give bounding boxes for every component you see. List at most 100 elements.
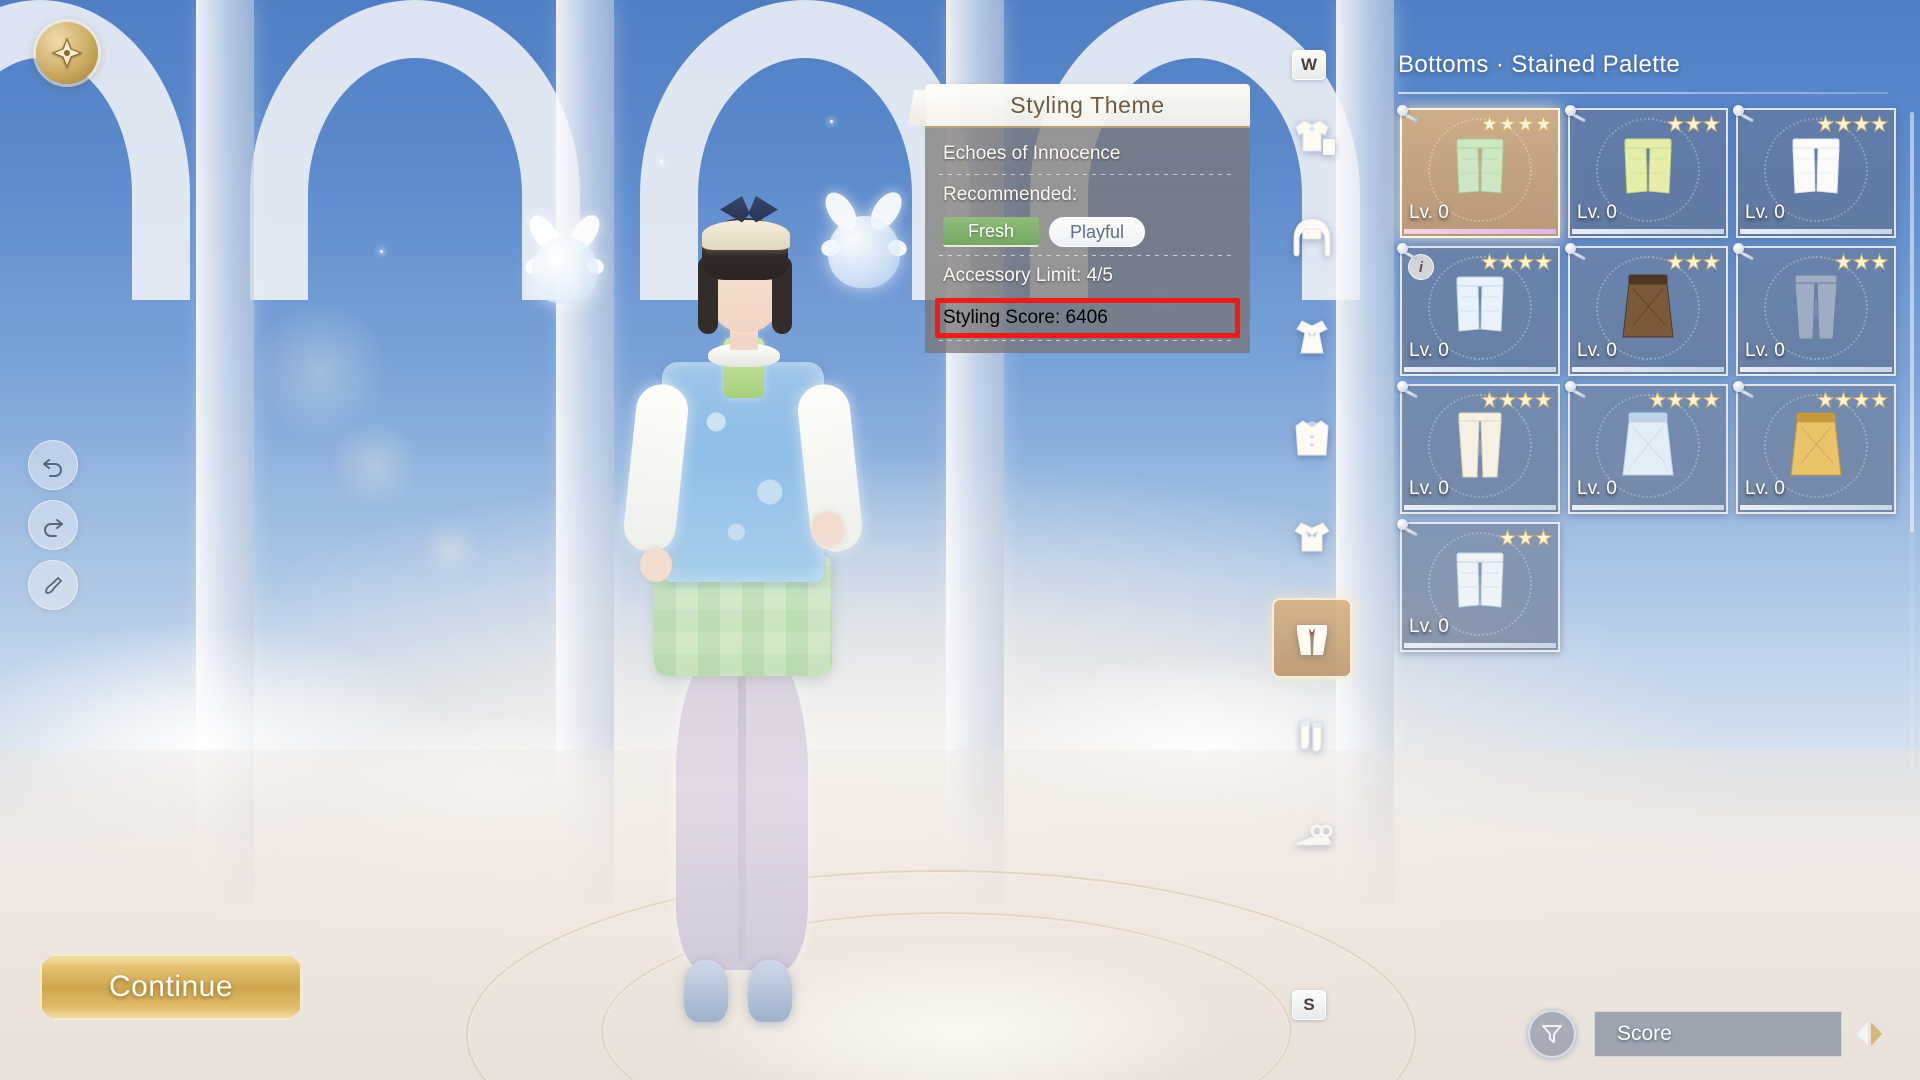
undo-icon bbox=[43, 459, 62, 477]
star-icon bbox=[1817, 391, 1834, 408]
item-card-inner: Lv. 0 bbox=[1738, 248, 1894, 374]
category-dress[interactable] bbox=[1272, 298, 1352, 378]
item-rarity-bar bbox=[1740, 505, 1892, 510]
accessory-limit: Accessory Limit: 4/5 bbox=[943, 265, 1113, 286]
item-star-rating bbox=[1835, 253, 1888, 270]
item-card-inner: Lv. 0 bbox=[1738, 386, 1894, 512]
item-rarity-bar bbox=[1740, 229, 1892, 234]
item-thumbnail bbox=[1790, 412, 1842, 476]
item-card[interactable]: Lv. 0 bbox=[1397, 105, 1560, 238]
item-card[interactable]: Lv. 0 bbox=[1565, 243, 1728, 376]
item-card-inner: Lv. 0 bbox=[1402, 386, 1558, 512]
item-thumbnail bbox=[1456, 138, 1504, 194]
sparkle-2 bbox=[830, 120, 833, 123]
star-icon bbox=[1685, 391, 1702, 408]
star-icon bbox=[1853, 391, 1870, 408]
scrollbar-thumb[interactable] bbox=[1910, 112, 1914, 532]
item-card[interactable]: Lv. 0 bbox=[1733, 105, 1896, 238]
item-level-label: Lv. 0 bbox=[1577, 340, 1617, 361]
star-icon bbox=[1817, 115, 1834, 132]
category-socks[interactable] bbox=[1272, 698, 1352, 778]
category-top[interactable] bbox=[1272, 498, 1352, 578]
star-icon bbox=[1871, 391, 1888, 408]
star-icon bbox=[1703, 253, 1720, 270]
item-pin-icon bbox=[1733, 105, 1754, 125]
bunny-sprite-left bbox=[523, 209, 607, 304]
item-thumbnail bbox=[1456, 552, 1504, 608]
item-thumbnail bbox=[1792, 138, 1840, 194]
star-icon bbox=[1499, 391, 1516, 408]
item-pin-icon bbox=[1397, 105, 1418, 125]
item-rarity-bar bbox=[1404, 367, 1556, 372]
item-card[interactable]: Lv. 0 bbox=[1565, 105, 1728, 238]
item-thumbnail bbox=[1456, 276, 1504, 332]
item-card-inner: Lv. 0 bbox=[1570, 386, 1726, 512]
item-level-label: Lv. 0 bbox=[1745, 340, 1785, 361]
recommended-label: Recommended: bbox=[943, 184, 1078, 205]
star-icon bbox=[1535, 115, 1552, 132]
item-pin-icon bbox=[1565, 243, 1586, 263]
dress-icon bbox=[1296, 320, 1328, 354]
item-card[interactable]: i Lv. 0 bbox=[1397, 243, 1560, 376]
star-icon bbox=[1703, 391, 1720, 408]
bottoms-icon bbox=[1297, 625, 1327, 655]
compass-emblem-icon[interactable] bbox=[36, 22, 98, 84]
item-card[interactable]: Lv. 0 bbox=[1733, 381, 1896, 514]
item-rarity-bar bbox=[1404, 643, 1556, 648]
styling-theme-header: Styling Theme bbox=[925, 84, 1250, 126]
item-card[interactable]: Lv. 0 bbox=[1397, 519, 1560, 652]
star-icon bbox=[1481, 253, 1498, 270]
star-icon bbox=[1853, 115, 1870, 132]
redo-button[interactable] bbox=[28, 500, 78, 550]
item-level-label: Lv. 0 bbox=[1409, 202, 1449, 223]
category-coat[interactable] bbox=[1272, 398, 1352, 478]
star-icon bbox=[1871, 253, 1888, 270]
styling-theme-body: Echoes of Innocence Recommended: Fresh P… bbox=[925, 126, 1250, 353]
lens-flare-1 bbox=[250, 300, 390, 440]
star-icon bbox=[1499, 529, 1516, 546]
item-card[interactable]: Lv. 0 bbox=[1565, 381, 1728, 514]
item-level-label: Lv. 0 bbox=[1577, 202, 1617, 223]
sparkle-4 bbox=[380, 250, 383, 253]
continue-button[interactable]: Continue bbox=[40, 954, 302, 1020]
category-shoes[interactable] bbox=[1272, 798, 1352, 878]
item-rarity-bar bbox=[1572, 505, 1724, 510]
sort-direction-button[interactable] bbox=[1846, 1011, 1892, 1057]
theme-name: Echoes of Innocence bbox=[943, 143, 1121, 164]
divider-2 bbox=[939, 255, 1236, 256]
item-rarity-bar bbox=[1740, 367, 1892, 372]
undo-button[interactable] bbox=[28, 440, 78, 490]
star-icon bbox=[1871, 115, 1888, 132]
styling-score: Styling Score: 6406 bbox=[943, 307, 1108, 328]
category-outfit-set[interactable] bbox=[1272, 98, 1352, 178]
item-card[interactable]: Lv. 0 bbox=[1733, 243, 1896, 376]
star-icon bbox=[1481, 115, 1498, 132]
category-hair[interactable] bbox=[1272, 198, 1352, 278]
sort-select[interactable]: Score bbox=[1594, 1011, 1842, 1057]
category-bottoms[interactable] bbox=[1272, 598, 1352, 678]
category-sidebar: W S bbox=[1262, 50, 1362, 1020]
tag-playful[interactable]: Playful bbox=[1049, 217, 1145, 247]
item-pin-icon bbox=[1397, 381, 1418, 401]
item-rarity-bar bbox=[1572, 367, 1724, 372]
item-card-inner: Lv. 0 bbox=[1402, 110, 1558, 236]
divider-1 bbox=[939, 174, 1236, 175]
star-icon bbox=[1517, 253, 1534, 270]
star-icon bbox=[1535, 253, 1552, 270]
character-model[interactable] bbox=[598, 142, 888, 1022]
item-card[interactable]: Lv. 0 bbox=[1397, 381, 1560, 514]
brush-button[interactable] bbox=[28, 560, 78, 610]
item-thumbnail bbox=[1794, 274, 1838, 340]
item-rarity-bar bbox=[1572, 229, 1724, 234]
item-grid: Lv. 0 Lv. 0 Lv. 0 i Lv. 0 Lv. 0 Lv. 0 Lv. 0 Lv. … bbox=[1397, 105, 1900, 652]
item-star-rating bbox=[1499, 529, 1552, 546]
star-icon bbox=[1667, 391, 1684, 408]
item-level-label: Lv. 0 bbox=[1409, 340, 1449, 361]
item-grid-scrollbar[interactable] bbox=[1910, 112, 1914, 772]
star-icon bbox=[1649, 391, 1666, 408]
filter-funnel-icon[interactable] bbox=[1528, 1010, 1576, 1058]
tag-fresh[interactable]: Fresh bbox=[943, 217, 1039, 247]
star-icon bbox=[1517, 529, 1534, 546]
item-star-rating bbox=[1481, 391, 1552, 408]
top-icon bbox=[1294, 522, 1330, 552]
